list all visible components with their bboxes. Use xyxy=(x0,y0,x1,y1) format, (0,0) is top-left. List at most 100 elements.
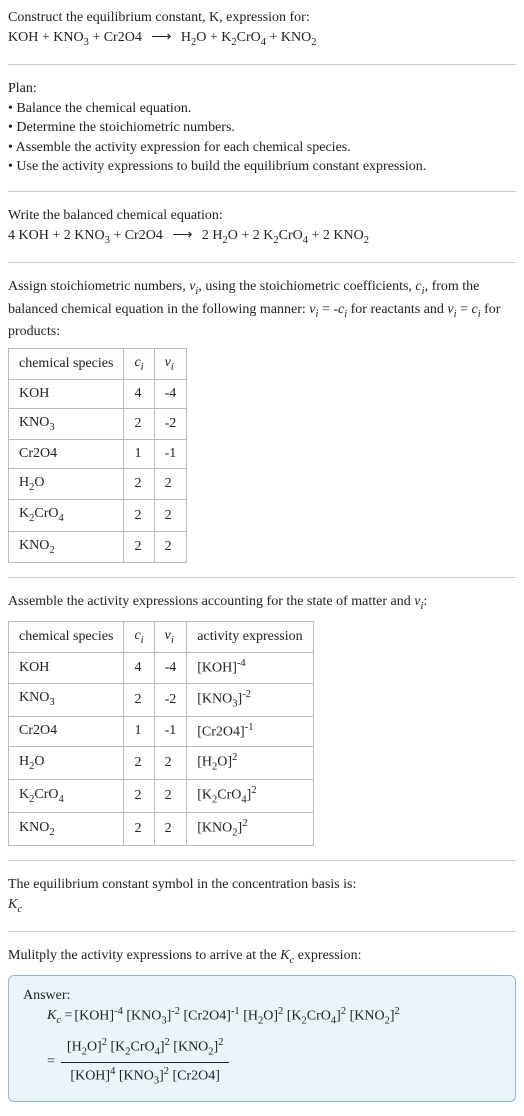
table-row: KNO222[KNO2]2 xyxy=(9,813,314,846)
cell-ci: 1 xyxy=(124,440,154,469)
activity-table: chemical species ci νi activity expressi… xyxy=(8,621,314,847)
table-header-row: chemical species ci νi xyxy=(9,348,187,379)
table-row: KOH4-4 xyxy=(9,380,187,409)
cell-ci: 2 xyxy=(124,813,154,846)
cell-ci: 2 xyxy=(124,408,154,439)
cell-vi: -4 xyxy=(154,380,187,409)
cell-activity: [KNO2]2 xyxy=(187,813,313,846)
col-ci: ci xyxy=(124,348,154,379)
cell-vi: 2 xyxy=(154,813,187,846)
kc-flat-expr: [KOH]-4 [KNO3]-2 [Cr2O4]-1 [H2O]2 [K2CrO… xyxy=(74,1005,399,1029)
col-activity: activity expression xyxy=(187,621,313,652)
table-row: KOH4-4[KOH]-4 xyxy=(9,653,314,683)
cell-activity: [KOH]-4 xyxy=(187,653,313,683)
cell-activity: [H2O]2 xyxy=(187,746,313,779)
table-row: K2CrO422[K2CrO4]2 xyxy=(9,780,314,813)
cell-ci: 2 xyxy=(124,531,154,562)
cell-species: KNO2 xyxy=(9,813,124,846)
table-row: KNO32-2[KNO3]-2 xyxy=(9,683,314,716)
balanced-title: Write the balanced chemical equation: xyxy=(8,206,516,226)
cell-species: K2CrO4 xyxy=(9,500,124,531)
cell-species: Cr2O4 xyxy=(9,716,124,746)
col-ci: ci xyxy=(124,621,154,652)
plan-bullet-2: • Determine the stoichiometric numbers. xyxy=(8,118,516,138)
cell-vi: -2 xyxy=(154,408,187,439)
cell-ci: 1 xyxy=(124,716,154,746)
balanced-section: Write the balanced chemical equation: 4 … xyxy=(8,206,516,248)
cell-species: KNO3 xyxy=(9,408,124,439)
cell-ci: 2 xyxy=(124,746,154,779)
cell-vi: 2 xyxy=(154,746,187,779)
answer-box: Answer: Kc = [KOH]-4 [KNO3]-2 [Cr2O4]-1 … xyxy=(8,975,516,1102)
cell-ci: 2 xyxy=(124,683,154,716)
cell-vi: 2 xyxy=(154,780,187,813)
cell-vi: 2 xyxy=(154,531,187,562)
cell-vi: 2 xyxy=(154,468,187,499)
cell-species: KNO2 xyxy=(9,531,124,562)
kc-expression: Kc = [KOH]-4 [KNO3]-2 [Cr2O4]-1 [H2O]2 [… xyxy=(47,1005,501,1029)
activity-intro: Assemble the activity expressions accoun… xyxy=(8,592,516,614)
cell-vi: -1 xyxy=(154,716,187,746)
col-vi: νi xyxy=(154,621,187,652)
stoich-section: Assign stoichiometric numbers, νi, using… xyxy=(8,277,516,563)
table-row: KNO32-2 xyxy=(9,408,187,439)
table-row: Cr2O41-1[Cr2O4]-1 xyxy=(9,716,314,746)
table-header-row: chemical species ci νi activity expressi… xyxy=(9,621,314,652)
cell-ci: 2 xyxy=(124,468,154,499)
stoich-intro: Assign stoichiometric numbers, νi, using… xyxy=(8,277,516,342)
cell-vi: -1 xyxy=(154,440,187,469)
cell-species: H2O xyxy=(9,468,124,499)
cell-vi: -2 xyxy=(154,683,187,716)
plan-bullet-1: • Balance the chemical equation. xyxy=(8,99,516,119)
col-species: chemical species xyxy=(9,348,124,379)
cell-activity: [KNO3]-2 xyxy=(187,683,313,716)
final-intro: Mulitply the activity expressions to arr… xyxy=(8,946,516,968)
intro-section: Construct the equilibrium constant, K, e… xyxy=(8,8,516,50)
plan-bullet-3: • Assemble the activity expression for e… xyxy=(8,138,516,158)
plan-section: Plan: • Balance the chemical equation. •… xyxy=(8,79,516,177)
kc-fraction-line: = [H2O]2 [K2CrO4]2 [KNO2]2 [KOH]4 [KNO3]… xyxy=(47,1034,501,1091)
divider xyxy=(8,262,516,263)
table-row: KNO222 xyxy=(9,531,187,562)
divider xyxy=(8,191,516,192)
cell-species: H2O xyxy=(9,746,124,779)
kc-eq2: = xyxy=(47,1052,55,1072)
table-row: Cr2O41-1 xyxy=(9,440,187,469)
answer-label: Answer: xyxy=(23,986,501,1006)
col-vi: νi xyxy=(154,348,187,379)
divider xyxy=(8,931,516,932)
kc-symbol-section: The equilibrium constant symbol in the c… xyxy=(8,875,516,917)
cell-species: KNO3 xyxy=(9,683,124,716)
kc-denominator: [KOH]4 [KNO3]2 [Cr2O4] xyxy=(61,1063,230,1091)
divider xyxy=(8,860,516,861)
divider xyxy=(8,64,516,65)
kc-symbol-intro: The equilibrium constant symbol in the c… xyxy=(8,875,516,895)
cell-vi: 2 xyxy=(154,500,187,531)
cell-species: K2CrO4 xyxy=(9,780,124,813)
cell-activity: [Cr2O4]-1 xyxy=(187,716,313,746)
plan-bullet-4: • Use the activity expressions to build … xyxy=(8,157,516,177)
cell-ci: 2 xyxy=(124,780,154,813)
divider xyxy=(8,577,516,578)
cell-activity: [K2CrO4]2 xyxy=(187,780,313,813)
cell-species: KOH xyxy=(9,653,124,683)
cell-species: KOH xyxy=(9,380,124,409)
kc-fraction: [H2O]2 [K2CrO4]2 [KNO2]2 [KOH]4 [KNO3]2 … xyxy=(61,1034,230,1091)
cell-vi: -4 xyxy=(154,653,187,683)
kc-flat-line: Kc = [KOH]-4 [KNO3]-2 [Cr2O4]-1 [H2O]2 [… xyxy=(47,1005,400,1029)
intro-line1: Construct the equilibrium constant, K, e… xyxy=(8,8,516,28)
cell-ci: 4 xyxy=(124,380,154,409)
kc-numerator: [H2O]2 [K2CrO4]2 [KNO2]2 xyxy=(61,1034,230,1063)
col-species: chemical species xyxy=(9,621,124,652)
table-row: H2O22 xyxy=(9,468,187,499)
table-row: H2O22[H2O]2 xyxy=(9,746,314,779)
cell-ci: 4 xyxy=(124,653,154,683)
unbalanced-equation: KOH + KNO3 + Cr2O4 ⟶ H2O + K2CrO4 + KNO2 xyxy=(8,28,516,50)
kc-lhs: Kc = xyxy=(47,1006,72,1028)
final-section: Mulitply the activity expressions to arr… xyxy=(8,946,516,1102)
cell-ci: 2 xyxy=(124,500,154,531)
kc-symbol: Kc xyxy=(8,895,516,917)
activity-section: Assemble the activity expressions accoun… xyxy=(8,592,516,846)
balanced-equation: 4 KOH + 2 KNO3 + Cr2O4 ⟶ 2 H2O + 2 K2CrO… xyxy=(8,226,516,248)
plan-title: Plan: xyxy=(8,79,516,99)
